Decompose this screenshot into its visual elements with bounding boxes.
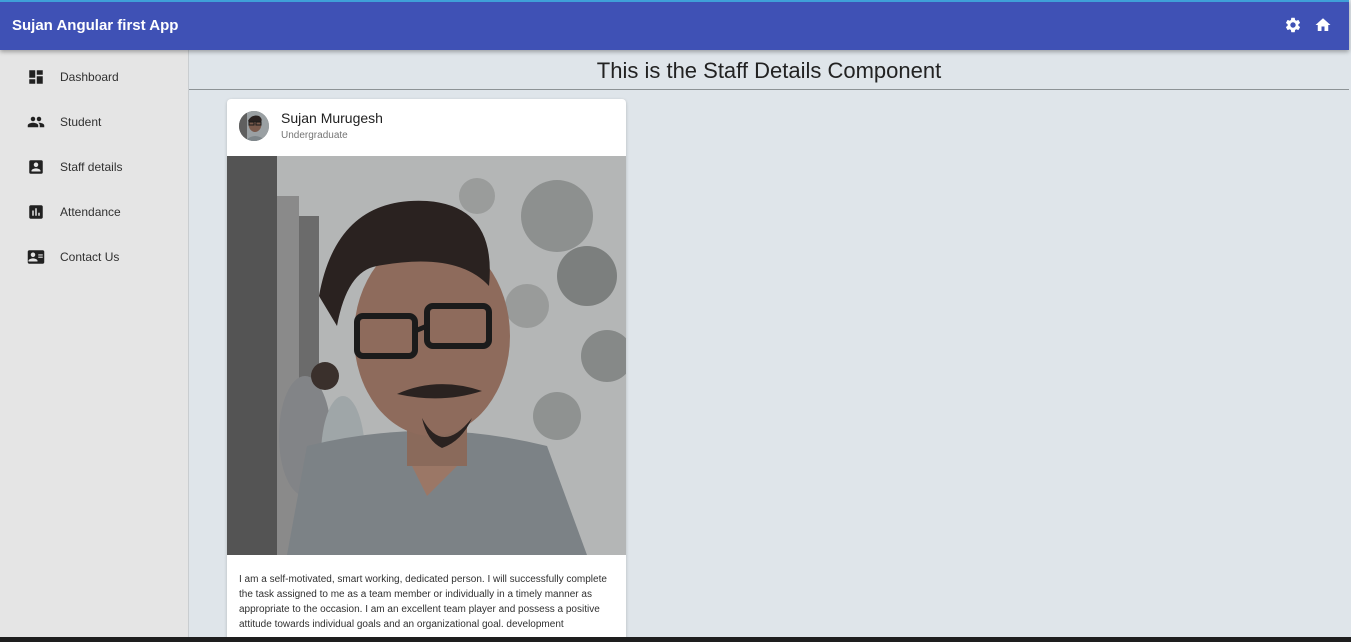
sidebar-item-student[interactable]: Student bbox=[0, 100, 188, 145]
contact-mail-icon bbox=[27, 248, 45, 266]
home-icon[interactable] bbox=[1314, 16, 1334, 36]
bar-chart-icon bbox=[27, 203, 45, 221]
app-toolbar: Sujan Angular first App bbox=[0, 0, 1349, 50]
sidebar-item-label: Contact Us bbox=[60, 250, 120, 264]
gear-icon[interactable] bbox=[1284, 16, 1304, 36]
sidebar-item-staff-details[interactable]: Staff details bbox=[0, 145, 188, 190]
staff-card: Sujan Murugesh Undergraduate I am a self… bbox=[227, 99, 626, 642]
sidebar-item-label: Attendance bbox=[60, 205, 121, 219]
card-subtitle: Undergraduate bbox=[281, 130, 348, 141]
contact-card-icon bbox=[27, 158, 45, 176]
avatar bbox=[239, 111, 269, 141]
dashboard-icon bbox=[27, 68, 45, 86]
sidebar-item-attendance[interactable]: Attendance bbox=[0, 190, 188, 235]
people-icon bbox=[27, 113, 45, 131]
title-divider bbox=[189, 89, 1349, 90]
sidebar-item-dashboard[interactable]: Dashboard bbox=[0, 55, 188, 100]
sidebar-item-contact-us[interactable]: Contact Us bbox=[0, 235, 188, 280]
app-title: Sujan Angular first App bbox=[12, 17, 179, 34]
sidebar-item-label: Student bbox=[60, 115, 102, 129]
sidebar: Dashboard Student Staff details Attendan… bbox=[0, 50, 189, 642]
sidebar-item-label: Staff details bbox=[60, 160, 123, 174]
sidebar-item-label: Dashboard bbox=[60, 70, 119, 84]
card-title: Sujan Murugesh bbox=[281, 110, 383, 126]
card-description: I am a self-motivated, smart working, de… bbox=[239, 574, 607, 630]
bottom-edge-bar bbox=[0, 637, 1351, 642]
profile-photo bbox=[227, 156, 626, 555]
page-title: This is the Staff Details Component bbox=[596, 58, 942, 83]
